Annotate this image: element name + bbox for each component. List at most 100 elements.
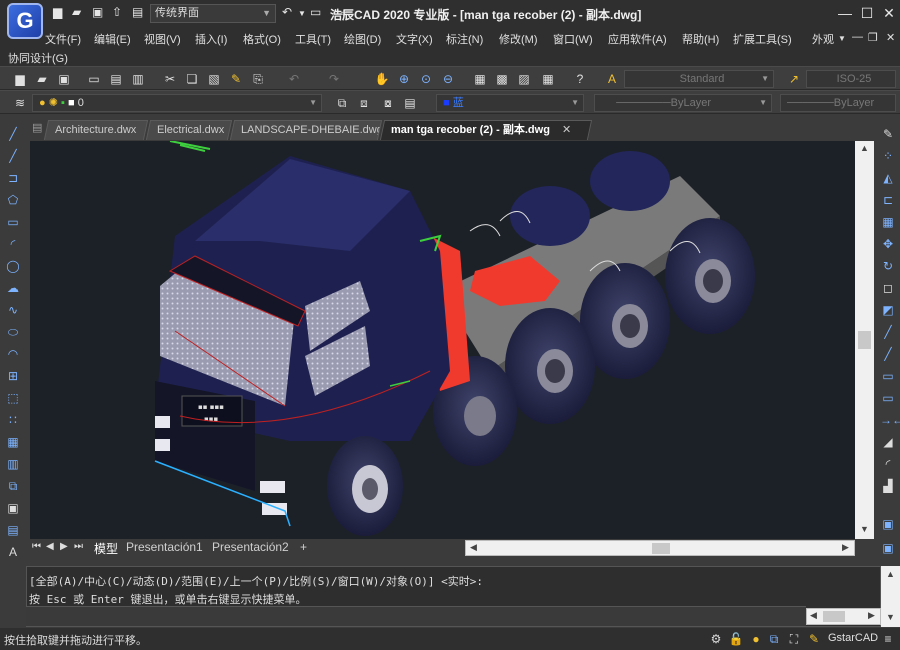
layers-panel-icon[interactable]: ▣ xyxy=(880,540,896,556)
ellipse-icon[interactable]: ⬭ xyxy=(5,324,21,340)
menu-applications[interactable]: 应用软件(A) xyxy=(608,31,667,47)
menu-view[interactable]: 视图(V) xyxy=(144,31,181,47)
line-icon[interactable]: ╱ xyxy=(5,126,21,142)
menu-file[interactable]: 文件(F) xyxy=(45,31,81,47)
fullscreen-icon[interactable]: ⛶ xyxy=(786,631,802,647)
close-tab-icon[interactable]: ✕ xyxy=(562,121,571,139)
menu-edit[interactable]: 编辑(E) xyxy=(94,31,131,47)
erase-icon[interactable]: ✎ xyxy=(880,126,896,142)
next-layout-icon[interactable]: ▶ xyxy=(60,541,68,552)
new-file-icon[interactable]: ▆ xyxy=(53,5,62,19)
zoom-realtime-icon[interactable]: ⊕ xyxy=(396,71,412,87)
text-style-select[interactable]: Standard ▼ xyxy=(624,70,774,88)
lock-icon[interactable]: 🔓 xyxy=(728,631,744,647)
chevron-down-icon[interactable]: ▼ xyxy=(860,524,869,534)
maximize-icon[interactable]: ☐ xyxy=(857,4,877,22)
menu-modify[interactable]: 修改(M) xyxy=(499,31,538,47)
prev-layout-icon[interactable]: ◀ xyxy=(46,541,54,552)
mirror-icon[interactable]: ◭ xyxy=(880,170,896,186)
menu-collaboration[interactable]: 协同设计(G) xyxy=(8,50,68,66)
construction-line-icon[interactable]: ╱ xyxy=(5,148,21,164)
drawing-area[interactable]: ▪▪ ▪▪▪ ▪▪▪ xyxy=(30,141,855,539)
menu-format[interactable]: 格式(O) xyxy=(243,31,281,47)
pan-icon[interactable]: ✋ xyxy=(374,71,390,87)
copy-icon[interactable]: ❏ xyxy=(184,71,200,87)
first-layout-icon[interactable]: ⏮ xyxy=(32,541,41,552)
scrollbar-thumb[interactable] xyxy=(858,331,871,349)
menu-icon[interactable]: ≡ xyxy=(880,631,896,647)
block-editor-icon[interactable]: ⎘ xyxy=(250,71,266,87)
properties-panel-icon[interactable]: ▣ xyxy=(880,516,896,532)
polyline-icon[interactable]: ⊐ xyxy=(5,170,21,186)
tab-model[interactable]: 模型 xyxy=(94,540,118,557)
minimize-icon[interactable]: — xyxy=(835,4,855,22)
last-layout-icon[interactable]: ⏭ xyxy=(74,541,83,552)
lineweight-select[interactable]: ──────ByLayer xyxy=(780,94,896,112)
chevron-up-icon[interactable]: ▲ xyxy=(886,569,895,579)
region-icon[interactable]: ⧉ xyxy=(5,478,21,494)
paste-icon[interactable]: ▧ xyxy=(206,71,222,87)
gstarcad-logo[interactable]: G xyxy=(7,3,43,39)
layer-select[interactable]: ● ✺ ▪ ■ 0 ▼ xyxy=(32,94,322,112)
text-icon[interactable]: A xyxy=(5,544,21,560)
menu-extension-tools[interactable]: 扩展工具(S) xyxy=(733,31,792,47)
open-file-icon[interactable]: ▰ xyxy=(72,5,81,19)
doc-close-icon[interactable]: ✕ xyxy=(886,31,895,44)
isolate-objects-icon[interactable]: ⧉ xyxy=(766,631,782,647)
move-icon[interactable]: ✥ xyxy=(880,236,896,252)
chevron-down-icon[interactable]: ▼ xyxy=(298,9,306,18)
canvas-horizontal-scrollbar[interactable]: ◀ ▶ xyxy=(465,540,855,556)
arc-icon[interactable]: ◜ xyxy=(5,236,21,252)
match-properties-icon[interactable]: ✎ xyxy=(228,71,244,87)
canvas-vertical-scrollbar[interactable]: ▲ ▼ xyxy=(855,141,874,539)
join-icon[interactable]: →← xyxy=(880,412,900,428)
add-layout-button[interactable]: + xyxy=(300,540,307,554)
print-icon[interactable]: ▭ xyxy=(86,71,102,87)
gear-icon[interactable]: ⚙ xyxy=(708,631,724,647)
ellipse-arc-icon[interactable]: ◠ xyxy=(5,346,21,362)
tab-electrical[interactable]: Electrical.dwx xyxy=(145,120,233,140)
calculator-icon[interactable]: ▦ xyxy=(540,71,556,87)
annotation-scale-icon[interactable]: ✎ xyxy=(806,631,822,647)
undo-icon[interactable]: ↶ xyxy=(282,5,292,19)
chevron-down-icon[interactable]: ▼ xyxy=(886,612,895,622)
extend-icon[interactable]: ╱ xyxy=(880,346,896,362)
print-preview-icon[interactable]: ▤ xyxy=(108,71,124,87)
command-horizontal-scrollbar[interactable]: ◀ ▶ xyxy=(806,608,881,625)
multiline-text-icon[interactable]: ▤ xyxy=(5,522,21,538)
layer-match-icon[interactable]: ▤ xyxy=(402,95,418,111)
tab-menu-icon[interactable]: ▤ xyxy=(32,121,42,134)
undo-icon[interactable]: ↶ xyxy=(286,71,302,87)
scrollbar-thumb[interactable] xyxy=(823,611,845,622)
menu-help[interactable]: 帮助(H) xyxy=(682,31,719,47)
break-icon[interactable]: ▭ xyxy=(880,390,896,406)
menu-insert[interactable]: 插入(I) xyxy=(195,31,227,47)
stretch-icon[interactable]: ◩ xyxy=(880,302,896,318)
tab-landscape[interactable]: LANDSCAPE-DHEBAIE.dwg xyxy=(229,120,383,140)
text-style-icon[interactable]: A xyxy=(604,71,620,87)
menu-window[interactable]: 窗口(W) xyxy=(553,31,593,47)
menu-draw[interactable]: 绘图(D) xyxy=(344,31,381,47)
color-select[interactable]: ■ 蓝 ▼ xyxy=(436,94,584,112)
spline-icon[interactable]: ∿ xyxy=(5,302,21,318)
help-icon[interactable]: ? xyxy=(572,71,588,87)
linetype-select[interactable]: ───────ByLayer ▼ xyxy=(594,94,772,112)
chevron-up-icon[interactable]: ▲ xyxy=(860,143,869,153)
fillet-icon[interactable]: ◜ xyxy=(880,456,896,472)
save-icon[interactable]: ▣ xyxy=(92,5,103,19)
dim-style-select[interactable]: ISO-25 xyxy=(806,70,896,88)
gradient-icon[interactable]: ▥ xyxy=(5,456,21,472)
save-icon[interactable]: ▣ xyxy=(56,71,72,87)
chevron-left-icon[interactable]: ◀ xyxy=(810,610,817,621)
doc-minimize-icon[interactable]: — xyxy=(852,31,863,43)
publish-icon[interactable]: ▥ xyxy=(130,71,146,87)
insert-block-icon[interactable]: ⊞ xyxy=(5,368,21,384)
break-at-point-icon[interactable]: ▭ xyxy=(880,368,896,384)
scrollbar-thumb[interactable] xyxy=(652,543,670,554)
command-input[interactable] xyxy=(26,606,806,626)
cut-icon[interactable]: ✂ xyxy=(162,71,178,87)
menu-appearance[interactable]: 外观 xyxy=(812,31,834,47)
tab-man-tga-recober[interactable]: man tga recober (2) - 副本.dwg ✕ xyxy=(379,120,593,140)
menu-tools[interactable]: 工具(T) xyxy=(295,31,331,47)
rotate-icon[interactable]: ↻ xyxy=(880,258,896,274)
